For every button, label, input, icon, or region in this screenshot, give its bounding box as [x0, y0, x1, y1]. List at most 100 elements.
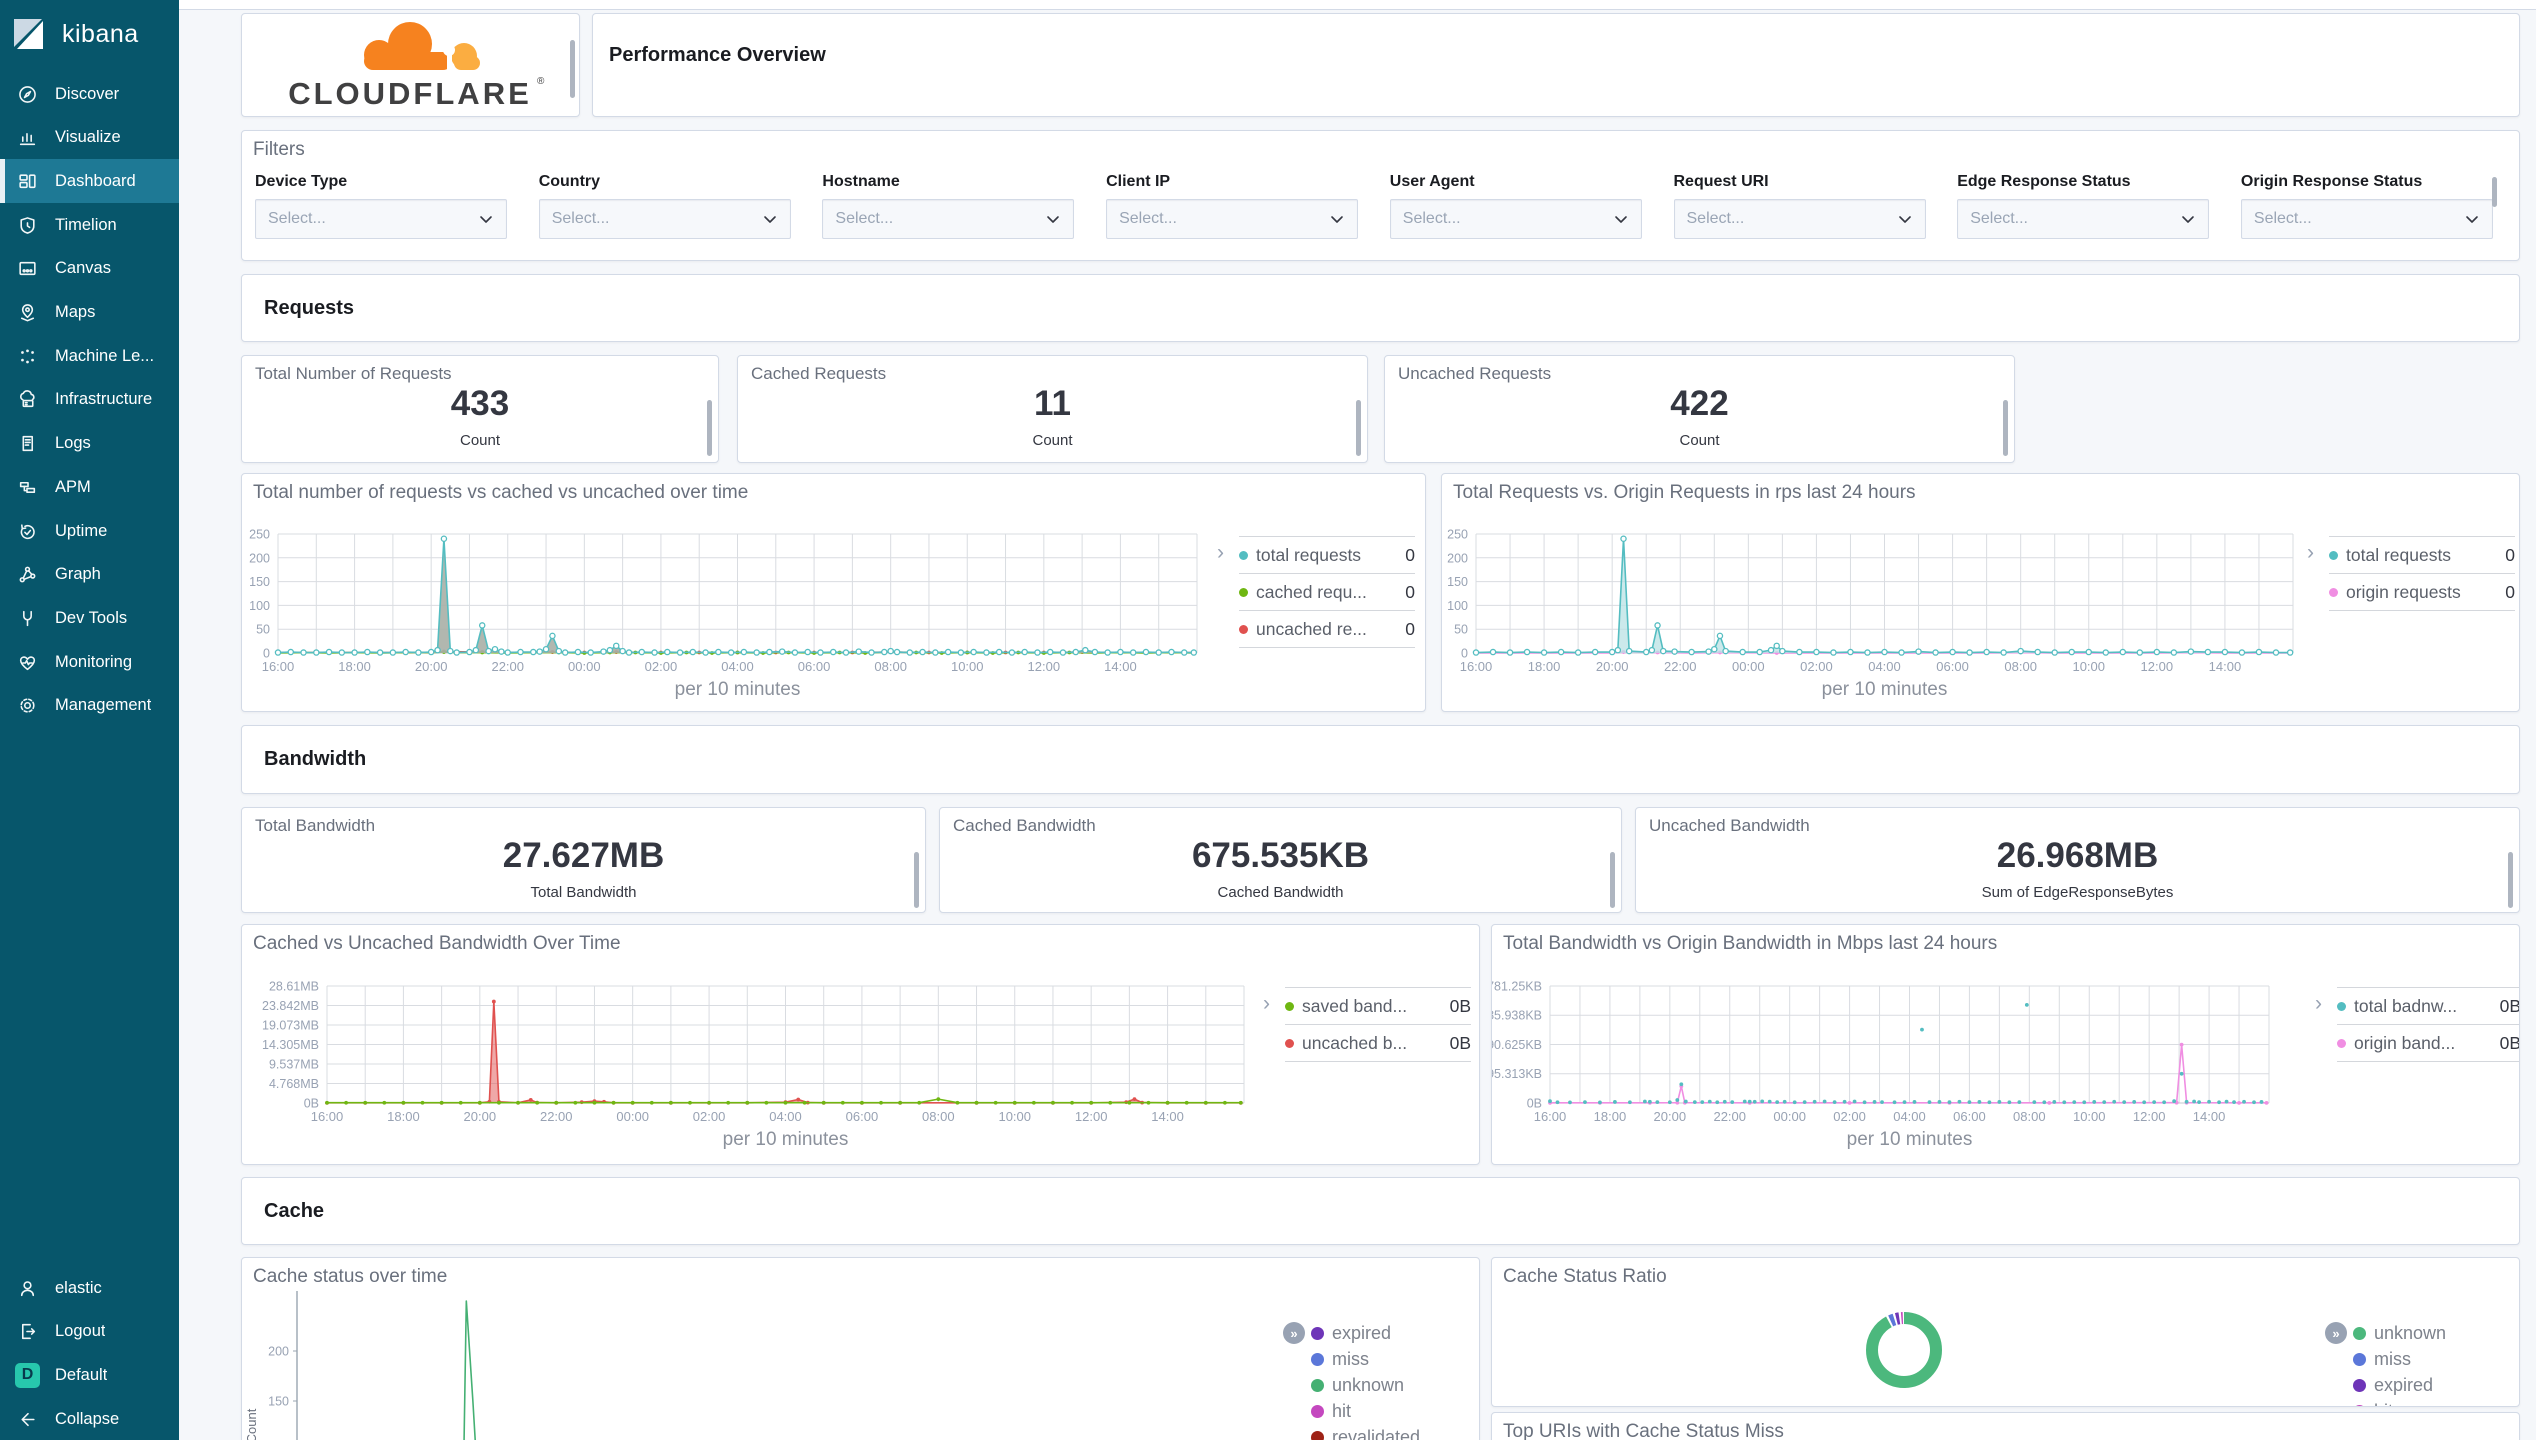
legend-label: revalidated — [1332, 1426, 1421, 1440]
sidebar-item-apm[interactable]: APM — [0, 465, 179, 509]
legend-item[interactable]: unknown — [2353, 1320, 2446, 1346]
apm-icon — [19, 481, 36, 493]
y-axis-tick: 195.313KB — [1492, 1067, 1542, 1081]
legend-item[interactable]: uncached b... 0B — [1285, 1024, 1471, 1061]
legend-item[interactable]: total requests 0 — [1239, 536, 1415, 573]
panel-scrollbar[interactable] — [2003, 400, 2008, 456]
panel-scrollbar[interactable] — [2492, 177, 2497, 207]
y-axis-tick: 28.61MB — [269, 980, 319, 994]
sidebar-item-monitoring[interactable]: Monitoring — [0, 640, 179, 684]
y-axis-tick: 0B — [1527, 1097, 1542, 1111]
y-axis-tick: 0B — [304, 1097, 319, 1111]
panel-scrollbar[interactable] — [2508, 852, 2513, 908]
legend-item[interactable]: uncached re... 0 — [1239, 610, 1415, 647]
sidebar-item-label: Management — [55, 696, 152, 715]
sidebar-item-graph[interactable]: Graph — [0, 553, 179, 597]
legend-item[interactable]: unknown — [1311, 1372, 1420, 1398]
legend-item[interactable]: total requests 0 — [2329, 536, 2515, 573]
legend-collapse-icon[interactable]: › — [2307, 542, 2314, 563]
chart-plot-area[interactable]: 050100150200Count — [242, 1258, 1479, 1440]
sidebar-item-machine-le[interactable]: Machine Le... — [0, 334, 179, 378]
panel-scrollbar[interactable] — [914, 852, 919, 908]
legend-item[interactable]: miss — [1311, 1346, 1420, 1372]
legend-color-dot — [1285, 1001, 1294, 1011]
legend-item[interactable]: origin requests 0 — [2329, 573, 2515, 610]
sidebar-item-elastic[interactable]: elastic — [0, 1266, 179, 1310]
sidebar-nav: kibana Discover Visualize Dashboard Timelio… — [0, 0, 179, 1440]
legend-item[interactable]: origin band... 0B — [2337, 1024, 2519, 1061]
filter-select[interactable]: Select... — [822, 199, 1075, 239]
sidebar-item-label: Dev Tools — [55, 608, 128, 627]
filter-select[interactable]: Select... — [538, 199, 791, 239]
legend-item[interactable]: expired — [2353, 1372, 2446, 1398]
legend-item[interactable]: revalidated — [1311, 1424, 1420, 1440]
filter-select[interactable]: Select... — [255, 199, 507, 239]
legend-toggle-icon[interactable]: » — [1283, 1322, 1305, 1344]
legend-color-dot — [2353, 1352, 2366, 1366]
filter-device-type: Device Type Select... — [255, 173, 507, 239]
legend-label: miss — [1332, 1348, 1369, 1369]
sidebar-item-label: Collapse — [55, 1409, 120, 1428]
kibana-logo-row[interactable]: kibana — [10, 8, 139, 60]
sidebar-item-visualize[interactable]: Visualize — [0, 116, 179, 160]
top-chrome-strip — [179, 0, 2536, 10]
legend-item[interactable]: saved band... 0B — [1285, 987, 1471, 1024]
legend-item[interactable]: hit — [1311, 1398, 1420, 1424]
filter-select[interactable]: Select... — [1106, 199, 1359, 239]
filter-select[interactable]: Select... — [1389, 199, 1642, 239]
sidebar-item-uptime[interactable]: Uptime — [0, 509, 179, 553]
legend-collapse-icon[interactable]: › — [1217, 542, 1224, 563]
x-axis-tick: 08:00 — [2013, 1109, 2046, 1124]
y-axis-tick: 150 — [249, 575, 270, 589]
sidebar-item-logout[interactable]: Logout — [0, 1310, 179, 1354]
y-axis-tick: 50 — [256, 623, 270, 637]
sidebar-item-infrastructure[interactable]: Infrastructure — [0, 378, 179, 422]
x-axis-tick: 08:00 — [922, 1109, 955, 1124]
x-axis-tick: 16:00 — [311, 1109, 344, 1124]
y-axis-tick: 100 — [1447, 599, 1468, 613]
x-axis-tick: 22:00 — [1713, 1109, 1746, 1124]
sidebar-item-label: Uptime — [55, 521, 108, 540]
legend-collapse-icon[interactable]: › — [2315, 993, 2322, 1014]
sidebar-item-label: elastic — [55, 1278, 102, 1297]
sidebar-item-dev-tools[interactable]: Dev Tools — [0, 596, 179, 640]
chevron-down-icon — [763, 216, 776, 223]
panel-scrollbar[interactable] — [570, 40, 575, 98]
sidebar-item-default[interactable]: D Default — [0, 1353, 179, 1397]
filter-edge-response-status: Edge Response Status Select... — [1957, 173, 2210, 239]
sidebar-item-dashboard[interactable]: Dashboard — [0, 159, 179, 204]
sidebar-item-collapse[interactable]: Collapse — [0, 1397, 179, 1440]
sidebar-item-maps[interactable]: Maps — [0, 291, 179, 335]
sidebar-item-canvas[interactable]: Canvas — [0, 247, 179, 291]
legend-toggle-icon[interactable]: » — [2325, 1322, 2347, 1344]
legend-item[interactable]: expired — [1311, 1320, 1420, 1346]
legend-item[interactable]: miss — [2353, 1346, 2446, 1372]
timelion-icon — [20, 216, 35, 234]
legend-item[interactable]: hit — [2353, 1398, 2446, 1406]
chart-cache-status-ratio: Cache Status Ratio »unknownmissexpiredhi… — [1491, 1257, 2520, 1407]
sidebar-item-logs[interactable]: Logs — [0, 422, 179, 466]
panel-scrollbar[interactable] — [1356, 400, 1361, 456]
filter-select[interactable]: Select... — [1673, 199, 1926, 239]
legend-value: 0 — [1405, 581, 1415, 602]
donut-slice-unknown[interactable] — [1866, 1312, 1942, 1388]
sidebar-item-label: Dashboard — [55, 171, 136, 190]
filter-request-uri: Request URI Select... — [1673, 173, 1926, 239]
legend-label: total badnw... — [2354, 995, 2458, 1016]
section-title: Cache — [264, 1199, 325, 1222]
sidebar-item-discover[interactable]: Discover — [0, 72, 179, 116]
chevron-down-icon — [1331, 216, 1343, 223]
panel-scrollbar[interactable] — [1610, 852, 1615, 908]
filter-select[interactable]: Select... — [1957, 199, 2210, 239]
legend-label: total requests — [2346, 544, 2452, 565]
chevron-down-icon — [1898, 216, 1911, 223]
y-axis-tick: 781.25KB — [1492, 980, 1542, 994]
panel-scrollbar[interactable] — [707, 400, 712, 456]
filter-label: Edge Response Status — [1957, 173, 2131, 190]
legend-collapse-icon[interactable]: › — [1263, 993, 1270, 1014]
filter-select[interactable]: Select... — [2240, 199, 2493, 239]
legend-item[interactable]: total badnw... 0B — [2337, 987, 2519, 1024]
legend-item[interactable]: cached requ... 0 — [1239, 573, 1415, 610]
sidebar-item-management[interactable]: Management — [0, 684, 179, 728]
sidebar-item-timelion[interactable]: Timelion — [0, 203, 179, 247]
